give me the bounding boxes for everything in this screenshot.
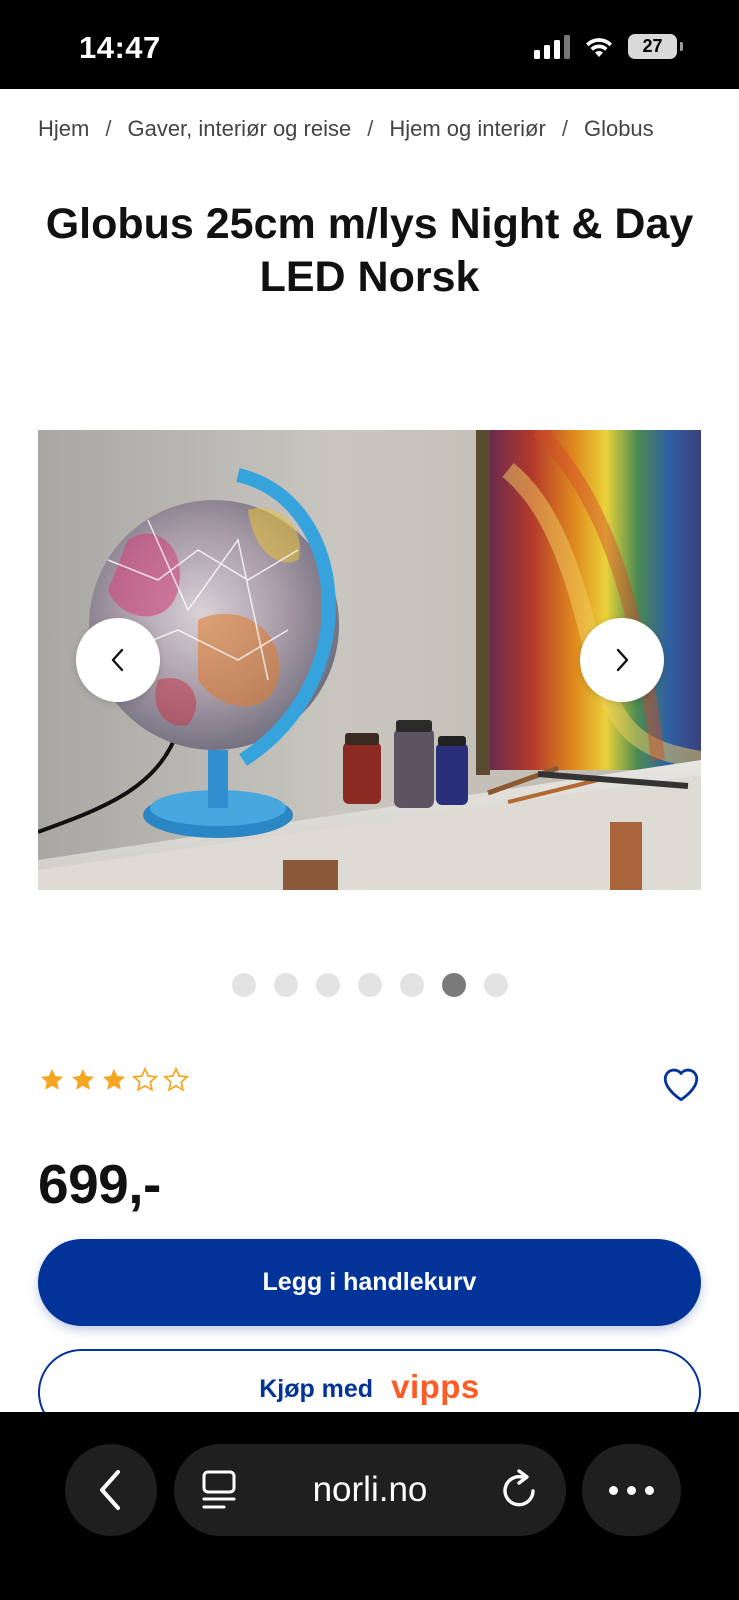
- breadcrumb-item-globus[interactable]: Globus: [584, 116, 654, 142]
- browser-back-button[interactable]: [65, 1444, 157, 1536]
- star-filled-icon: [102, 1068, 126, 1090]
- carousel-dot[interactable]: [316, 973, 340, 997]
- star-filled-icon: [71, 1068, 95, 1090]
- dot: [645, 1485, 654, 1495]
- star-rating[interactable]: [38, 1066, 190, 1094]
- vipps-logo: vipps: [391, 1367, 480, 1405]
- reader-mode-icon[interactable]: [200, 1468, 240, 1512]
- dot: [627, 1485, 636, 1495]
- carousel-dot-active[interactable]: [442, 973, 466, 997]
- status-icons: 27: [534, 34, 683, 59]
- star-empty-icon: [131, 1066, 159, 1092]
- breadcrumb: Hjem / Gaver, interiør og reise / Hjem o…: [38, 116, 708, 142]
- heart-icon: [663, 1068, 699, 1102]
- carousel-dot[interactable]: [358, 973, 382, 997]
- carousel-dot[interactable]: [274, 973, 298, 997]
- browser-toolbar: norli.no: [0, 1412, 739, 1600]
- vipps-label: Kjøp med: [259, 1375, 374, 1403]
- carousel-prev-button[interactable]: [76, 618, 160, 702]
- carousel-dot[interactable]: [400, 973, 424, 997]
- carousel-next-button[interactable]: [580, 618, 664, 702]
- breadcrumb-item-gifts[interactable]: Gaver, interiør og reise: [127, 116, 351, 142]
- star-filled-icon: [40, 1068, 64, 1090]
- reload-icon[interactable]: [500, 1468, 540, 1512]
- star-empty-icon: [162, 1066, 190, 1092]
- url-text[interactable]: norli.no: [313, 1470, 428, 1510]
- carousel-dot[interactable]: [484, 973, 508, 997]
- wifi-icon: [586, 37, 612, 57]
- product-title: Globus 25cm m/lys Night & Day LED Norsk: [45, 200, 694, 301]
- address-bar[interactable]: norli.no: [174, 1444, 566, 1536]
- chevron-left-icon: [100, 1470, 120, 1510]
- status-bar: 14:47 27: [0, 0, 739, 89]
- signal-icon: [534, 34, 570, 59]
- dot: [609, 1485, 618, 1495]
- breadcrumb-separator: /: [561, 116, 568, 141]
- battery-icon: 27: [628, 34, 683, 59]
- chevron-left-icon: [111, 648, 124, 672]
- more-options-button[interactable]: [582, 1444, 681, 1536]
- status-time: 14:47: [79, 30, 161, 65]
- breadcrumb-item-home[interactable]: Hjem: [38, 116, 89, 142]
- add-to-cart-button[interactable]: Legg i handlekurv: [38, 1239, 701, 1326]
- chevron-right-icon: [616, 648, 629, 672]
- product-price: 699,-: [38, 1153, 161, 1215]
- breadcrumb-separator: /: [105, 116, 112, 141]
- breadcrumb-separator: /: [367, 116, 374, 141]
- breadcrumb-item-home-interior[interactable]: Hjem og interiør: [389, 116, 545, 142]
- wishlist-button[interactable]: [660, 1063, 702, 1103]
- carousel-dot[interactable]: [232, 973, 256, 997]
- carousel-dots: [232, 973, 508, 997]
